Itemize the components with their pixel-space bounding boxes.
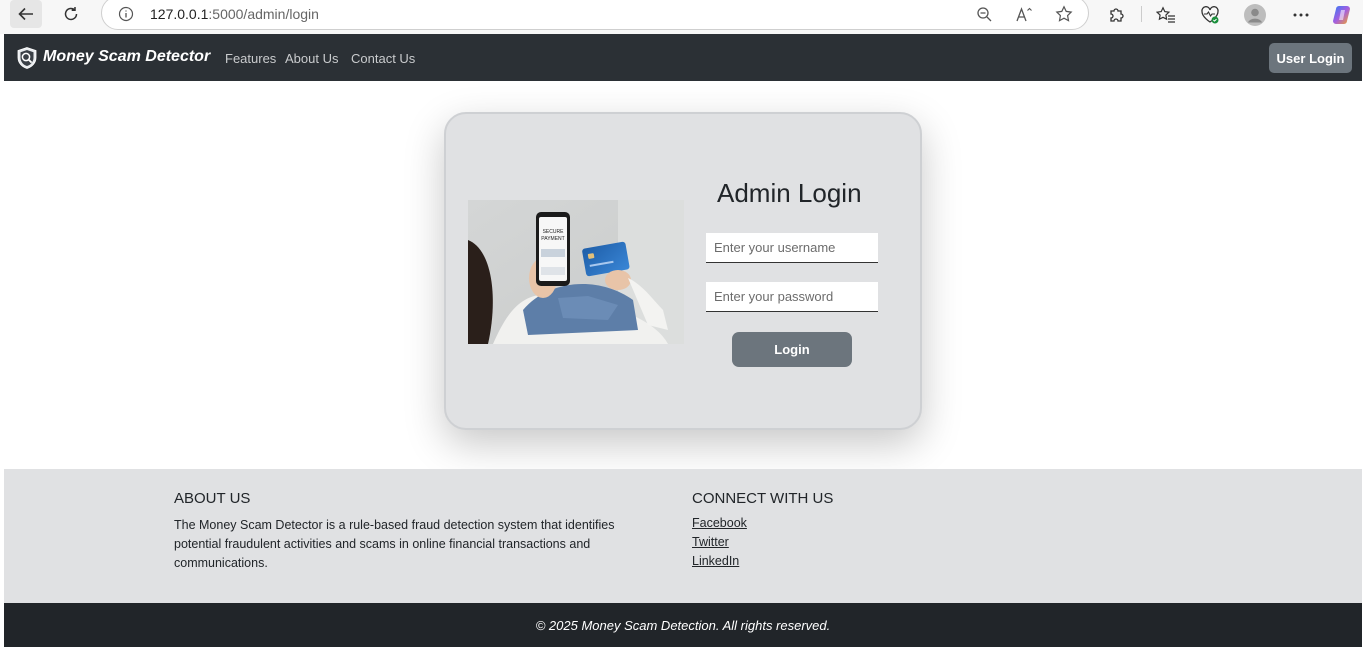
user-login-button[interactable]: User Login <box>1269 43 1352 73</box>
about-us-heading: ABOUT US <box>174 490 251 507</box>
extensions-button[interactable] <box>1105 4 1129 26</box>
back-button[interactable] <box>10 0 42 28</box>
navbar: Money Scam Detector Features About Us Co… <box>4 34 1362 81</box>
extensions-icon <box>1110 8 1124 22</box>
profile-button[interactable] <box>1243 4 1267 26</box>
footer-info: ABOUT US The Money Scam Detector is a ru… <box>4 469 1362 603</box>
reload-button[interactable] <box>55 0 87 28</box>
zoom-out-button[interactable] <box>974 4 994 24</box>
zoom-out-icon <box>976 6 991 21</box>
username-input[interactable] <box>706 233 878 263</box>
profile-icon <box>1244 4 1266 26</box>
copilot-icon <box>1333 6 1350 24</box>
url-path: :5000/admin/login <box>208 6 319 22</box>
facebook-link[interactable]: Facebook <box>692 516 747 530</box>
linkedin-link[interactable]: LinkedIn <box>692 554 739 568</box>
password-input[interactable] <box>706 282 878 312</box>
footer-bottom: © 2025 Money Scam Detection. All rights … <box>4 603 1362 647</box>
favorites-icon <box>1156 6 1175 23</box>
about-us-text: The Money Scam Detector is a rule-based … <box>174 518 615 570</box>
shield-logo-icon[interactable] <box>15 46 39 70</box>
favorite-button[interactable] <box>1054 4 1074 24</box>
svg-text:PAYMENT: PAYMENT <box>541 236 564 242</box>
login-button[interactable]: Login <box>732 332 852 367</box>
web-page: Money Scam Detector Features About Us Co… <box>4 34 1362 647</box>
copilot-button[interactable] <box>1331 4 1355 26</box>
more-button[interactable] <box>1289 4 1313 26</box>
browser-essentials-button[interactable] <box>1198 4 1222 26</box>
brand-name[interactable]: Money Scam Detector <box>43 48 210 66</box>
favorites-button[interactable] <box>1154 4 1178 26</box>
nav-link-about-us[interactable]: About Us <box>285 51 338 66</box>
copyright-text: © 2025 Money Scam Detection. All rights … <box>535 617 831 633</box>
toolbar-separator <box>1141 6 1142 22</box>
reload-icon <box>64 7 78 21</box>
favorite-star-icon <box>1055 5 1073 22</box>
url-host: 127.0.0.1 <box>150 6 209 22</box>
read-aloud-button[interactable] <box>1014 4 1034 24</box>
nav-link-contact-us[interactable]: Contact Us <box>351 51 415 66</box>
info-icon[interactable] <box>118 6 134 22</box>
admin-login-title: Admin Login <box>717 178 862 208</box>
back-arrow-icon <box>18 7 33 21</box>
connect-heading: CONNECT WITH US <box>692 490 834 507</box>
read-aloud-icon <box>1016 6 1032 21</box>
svg-text:SECURE: SECURE <box>543 229 565 235</box>
nav-link-features[interactable]: Features <box>225 51 276 66</box>
browser-toolbar: 127.0.0.1:5000/admin/login <box>0 0 1363 34</box>
twitter-link[interactable]: Twitter <box>692 535 729 549</box>
url-text[interactable]: 127.0.0.1:5000/admin/login <box>150 6 319 22</box>
login-card: SECURE PAYMENT Admin Login Login <box>444 112 922 430</box>
browser-essentials-icon <box>1201 6 1219 24</box>
payment-photo: SECURE PAYMENT <box>468 200 684 344</box>
address-bar[interactable]: 127.0.0.1:5000/admin/login <box>101 0 1089 30</box>
more-icon <box>1293 13 1309 17</box>
